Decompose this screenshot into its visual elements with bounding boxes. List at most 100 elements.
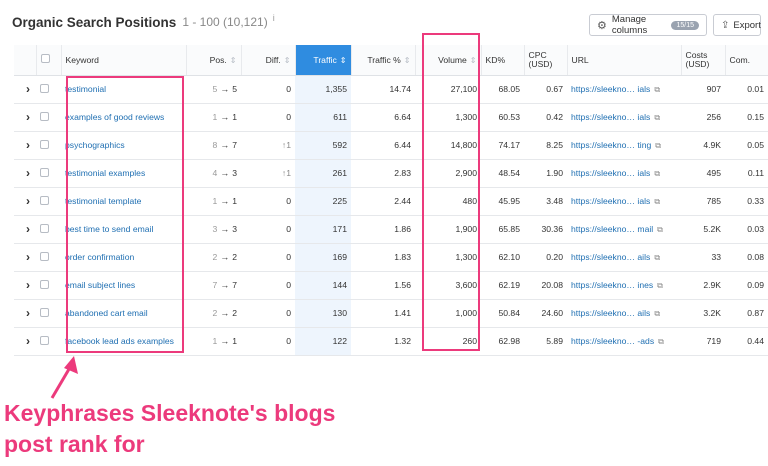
- col-costs[interactable]: Costs (USD): [681, 45, 726, 76]
- expand-cell[interactable]: ›: [14, 243, 36, 271]
- url-link[interactable]: https://sleekno… ials: [571, 168, 650, 178]
- url-cell[interactable]: https://sleekno… ials ⧉: [567, 103, 681, 131]
- chevron-right-icon[interactable]: ›: [18, 334, 30, 348]
- url-link[interactable]: https://sleekno… ails: [571, 252, 650, 262]
- expand-cell[interactable]: ›: [14, 327, 36, 355]
- chevron-right-icon[interactable]: ›: [18, 110, 30, 124]
- row-checkbox[interactable]: [40, 167, 49, 177]
- keyword-cell[interactable]: testimonial examples: [61, 159, 186, 187]
- chevron-right-icon[interactable]: ›: [18, 166, 30, 180]
- select-all-checkbox[interactable]: [40, 54, 50, 64]
- expand-cell[interactable]: ›: [14, 271, 36, 299]
- chevron-right-icon[interactable]: ›: [18, 194, 30, 208]
- url-cell[interactable]: https://sleekno… ails ⧉: [567, 243, 681, 271]
- url-cell[interactable]: https://sleekno… mail ⧉: [567, 215, 681, 243]
- url-link[interactable]: https://sleekno… ails: [571, 308, 650, 318]
- chevron-right-icon[interactable]: ›: [18, 306, 30, 320]
- keyword-link[interactable]: order confirmation: [65, 252, 134, 262]
- url-cell[interactable]: https://sleekno… ting ⧉: [567, 131, 681, 159]
- url-cell[interactable]: https://sleekno… ails ⧉: [567, 299, 681, 327]
- keyword-link[interactable]: email subject lines: [65, 280, 135, 290]
- col-volume[interactable]: Volume ⇕: [415, 45, 482, 76]
- expand-cell[interactable]: ›: [14, 215, 36, 243]
- keyword-link[interactable]: facebook lead ads examples: [65, 336, 174, 346]
- keyword-link[interactable]: abandoned cart email: [65, 308, 148, 318]
- keyword-cell[interactable]: psychographics: [61, 131, 186, 159]
- select-all-header[interactable]: [36, 45, 62, 76]
- url-link[interactable]: https://sleekno… -ads: [571, 336, 654, 346]
- select-cell[interactable]: [36, 103, 61, 131]
- keyword-cell[interactable]: testimonial: [61, 75, 186, 103]
- row-checkbox[interactable]: [40, 111, 49, 121]
- external-link-icon[interactable]: ⧉: [654, 253, 660, 262]
- external-link-icon[interactable]: ⧉: [654, 197, 660, 206]
- col-traffic-pct[interactable]: Traffic % ⇕: [351, 45, 416, 76]
- col-pos[interactable]: Pos. ⇕: [186, 45, 242, 76]
- col-keyword[interactable]: Keyword: [61, 45, 187, 76]
- select-cell[interactable]: [36, 131, 61, 159]
- keyword-link[interactable]: best time to send email: [65, 224, 153, 234]
- col-traffic[interactable]: Traffic ⇕: [295, 45, 352, 76]
- row-checkbox[interactable]: [40, 83, 49, 93]
- export-button[interactable]: ⇪ Export: [713, 14, 761, 36]
- expand-cell[interactable]: ›: [14, 75, 36, 103]
- row-checkbox[interactable]: [40, 307, 49, 317]
- row-checkbox[interactable]: [40, 251, 49, 261]
- external-link-icon[interactable]: ⧉: [655, 141, 661, 150]
- external-link-icon[interactable]: ⧉: [654, 113, 660, 122]
- url-link[interactable]: https://sleekno… ting: [571, 140, 651, 150]
- select-cell[interactable]: [36, 243, 61, 271]
- manage-columns-button[interactable]: ⚙ Manage columns 15/15: [589, 14, 707, 36]
- row-checkbox[interactable]: [40, 195, 49, 205]
- select-cell[interactable]: [36, 271, 61, 299]
- expand-cell[interactable]: ›: [14, 187, 36, 215]
- url-link[interactable]: https://sleekno… ines: [571, 280, 653, 290]
- url-link[interactable]: https://sleekno… mail: [571, 224, 653, 234]
- select-cell[interactable]: [36, 215, 61, 243]
- chevron-right-icon[interactable]: ›: [18, 222, 30, 236]
- external-link-icon[interactable]: ⧉: [658, 337, 664, 346]
- external-link-icon[interactable]: ⧉: [654, 85, 660, 94]
- keyword-cell[interactable]: examples of good reviews: [61, 103, 186, 131]
- col-diff[interactable]: Diff. ⇕: [241, 45, 296, 76]
- info-icon[interactable]: i: [273, 13, 275, 23]
- keyword-cell[interactable]: order confirmation: [61, 243, 186, 271]
- chevron-right-icon[interactable]: ›: [18, 82, 30, 96]
- select-cell[interactable]: [36, 75, 61, 103]
- col-kd[interactable]: KD%: [481, 45, 525, 76]
- row-checkbox[interactable]: [40, 335, 49, 345]
- url-link[interactable]: https://sleekno… ials: [571, 84, 650, 94]
- keyword-link[interactable]: examples of good reviews: [65, 112, 164, 122]
- expand-cell[interactable]: ›: [14, 131, 36, 159]
- url-cell[interactable]: https://sleekno… ials ⧉: [567, 187, 681, 215]
- keyword-cell[interactable]: abandoned cart email: [61, 299, 186, 327]
- row-checkbox[interactable]: [40, 223, 49, 233]
- url-link[interactable]: https://sleekno… ials: [571, 196, 650, 206]
- url-cell[interactable]: https://sleekno… -ads ⧉: [567, 327, 681, 355]
- expand-cell[interactable]: ›: [14, 299, 36, 327]
- select-cell[interactable]: [36, 159, 61, 187]
- expand-cell[interactable]: ›: [14, 159, 36, 187]
- external-link-icon[interactable]: ⧉: [657, 281, 663, 290]
- expand-cell[interactable]: ›: [14, 103, 36, 131]
- url-cell[interactable]: https://sleekno… ials ⧉: [567, 159, 681, 187]
- chevron-right-icon[interactable]: ›: [18, 138, 30, 152]
- keyword-cell[interactable]: facebook lead ads examples: [61, 327, 186, 355]
- chevron-right-icon[interactable]: ›: [18, 278, 30, 292]
- keyword-cell[interactable]: testimonial template: [61, 187, 186, 215]
- external-link-icon[interactable]: ⧉: [657, 225, 663, 234]
- external-link-icon[interactable]: ⧉: [654, 309, 660, 318]
- col-url[interactable]: URL: [567, 45, 682, 76]
- external-link-icon[interactable]: ⧉: [654, 169, 660, 178]
- select-cell[interactable]: [36, 299, 61, 327]
- url-cell[interactable]: https://sleekno… ials ⧉: [567, 75, 681, 103]
- chevron-right-icon[interactable]: ›: [18, 250, 30, 264]
- keyword-cell[interactable]: best time to send email: [61, 215, 186, 243]
- select-cell[interactable]: [36, 327, 61, 355]
- keyword-link[interactable]: testimonial template: [65, 196, 141, 206]
- col-com[interactable]: Com.: [725, 45, 768, 76]
- url-link[interactable]: https://sleekno… ials: [571, 112, 650, 122]
- row-checkbox[interactable]: [40, 139, 49, 149]
- row-checkbox[interactable]: [40, 279, 49, 289]
- url-cell[interactable]: https://sleekno… ines ⧉: [567, 271, 681, 299]
